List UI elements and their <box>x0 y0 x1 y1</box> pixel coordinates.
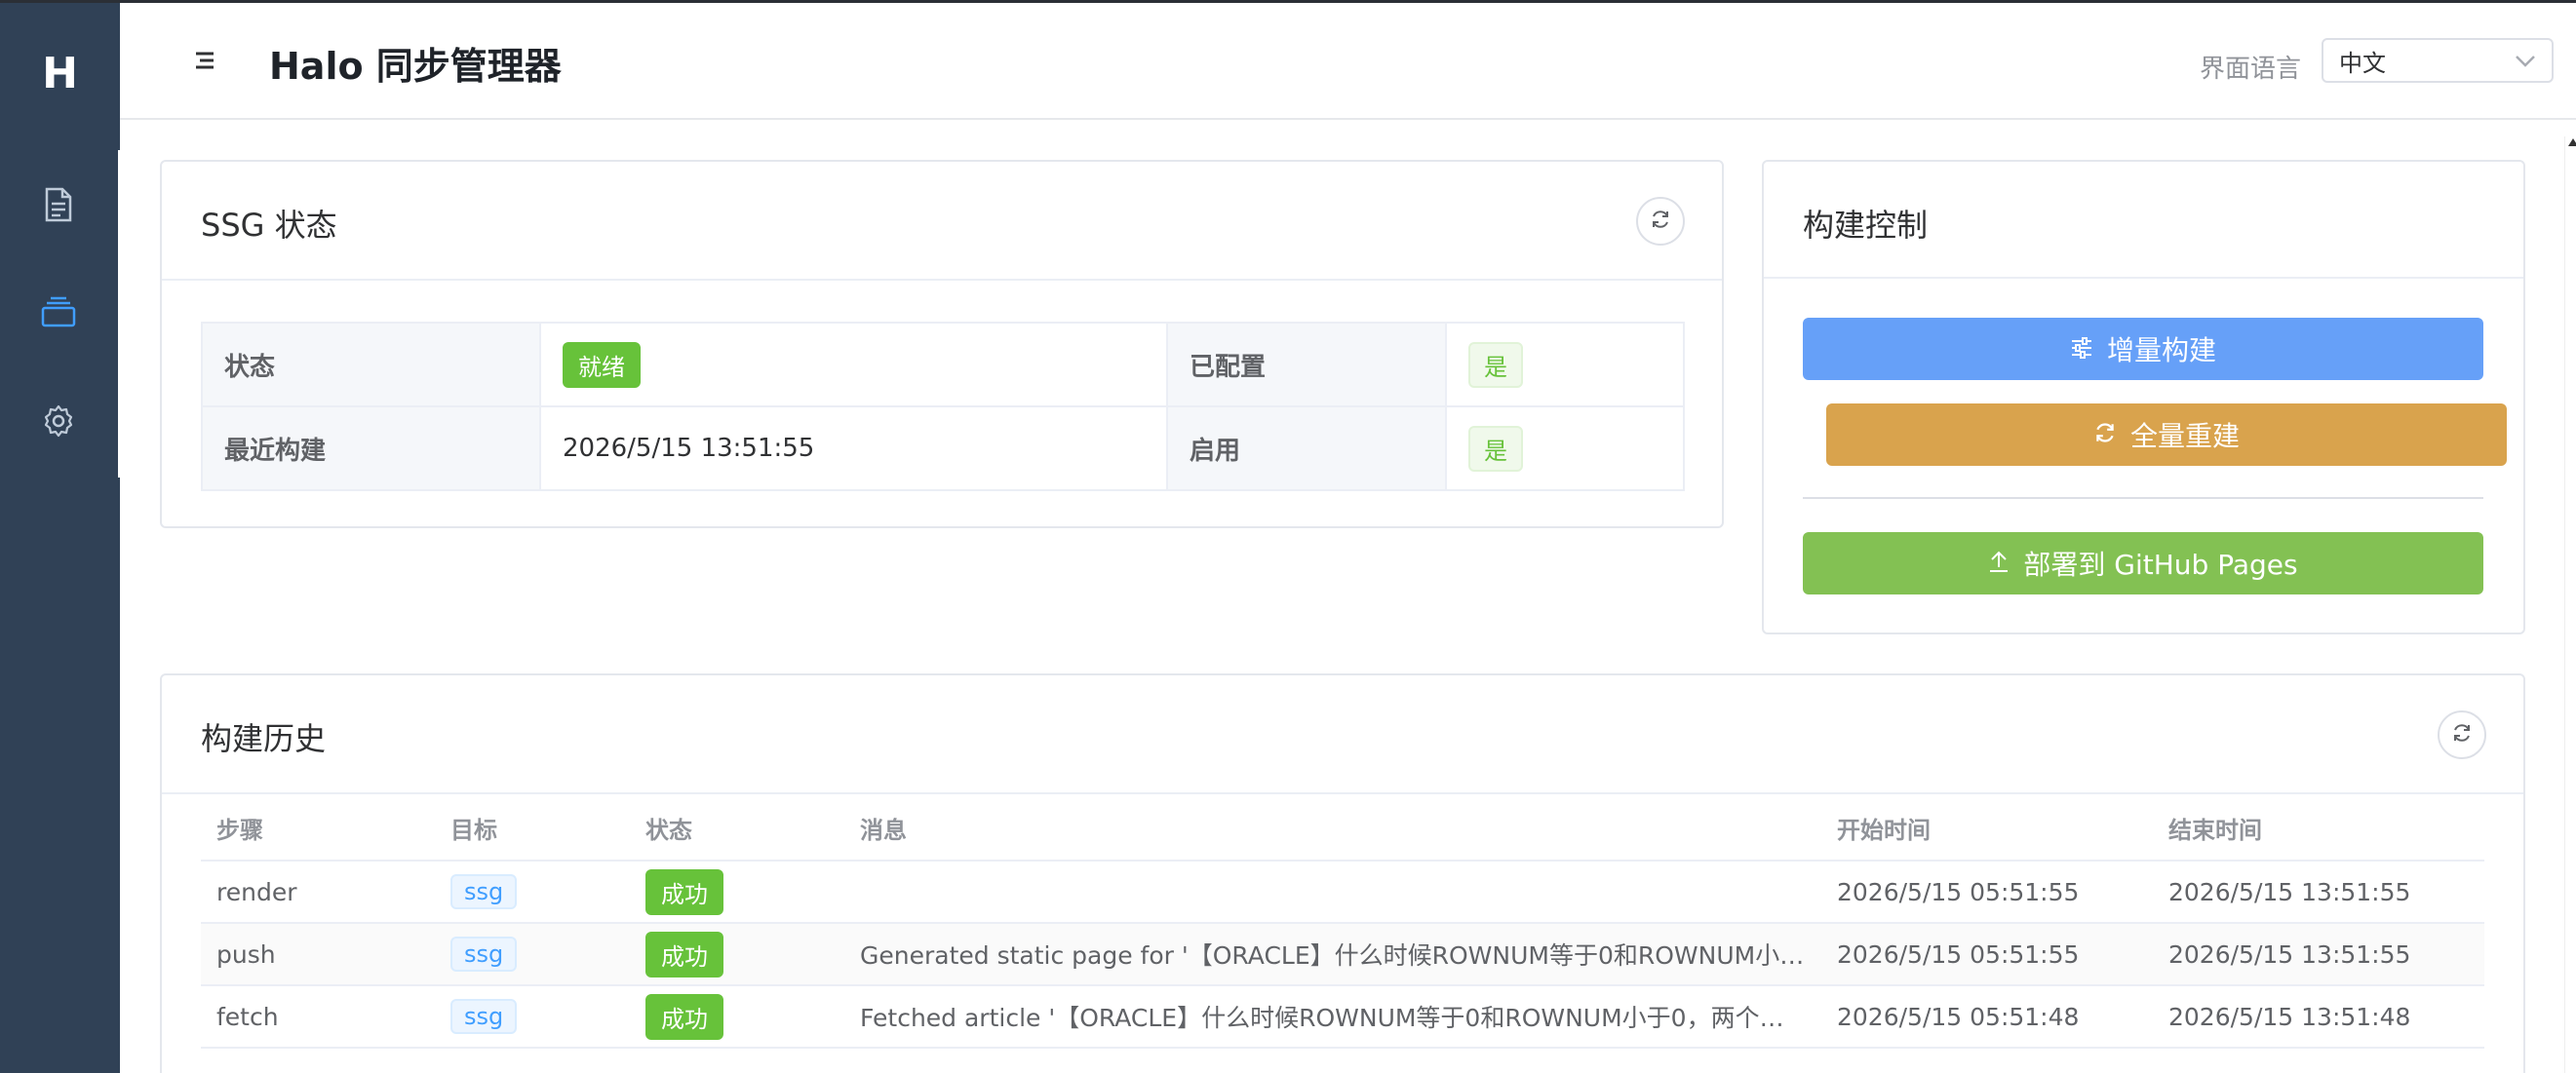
ssg-status-table: 状态 就绪 已配置 是 最近构建 2026/5/15 13:51:55 启用 是 <box>201 322 1685 491</box>
status-badge: 成功 <box>645 993 723 1040</box>
app-logo: H <box>42 49 78 98</box>
document-icon[interactable] <box>39 185 78 224</box>
upload-icon <box>1988 548 2010 580</box>
scroll-up-icon[interactable] <box>2568 138 2576 146</box>
enabled-badge: 是 <box>1468 425 1523 472</box>
message-cell <box>844 861 1821 924</box>
ssg-status-header: SSG 状态 <box>162 162 1722 281</box>
end-time-cell: 2026/5/15 13:51:55 <box>2153 861 2484 924</box>
start-time-cell: 2026/5/15 05:51:55 <box>1821 861 2153 924</box>
header: Halo 同步管理器 界面语言 中文 <box>120 3 2576 120</box>
status-cell: 成功 <box>630 985 844 1049</box>
end-time-cell: 2026/5/15 13:51:55 <box>2153 923 2484 986</box>
refresh-icon <box>2451 722 2473 747</box>
history-refresh-button[interactable] <box>2438 710 2486 759</box>
target-cell: ssg <box>435 923 630 986</box>
target-cell: ssg <box>435 985 630 1049</box>
status-value-cell: 就绪 <box>539 322 1168 407</box>
language-select-value: 中文 <box>2339 49 2386 77</box>
table-row[interactable]: fetch ssg 成功 Fetched article '【ORACLE】什么… <box>201 985 2484 1049</box>
last-build-value: 2026/5/15 13:51:55 <box>539 405 1168 491</box>
divider <box>1803 497 2483 499</box>
configured-badge: 是 <box>1468 341 1523 388</box>
end-time-cell: 2026/5/15 13:51:48 <box>2153 985 2484 1049</box>
configured-label: 已配置 <box>1166 322 1447 407</box>
column-header-status: 状态 <box>630 796 844 862</box>
last-build-label: 最近构建 <box>201 405 541 491</box>
step-cell: render <box>201 861 435 924</box>
enabled-value-cell: 是 <box>1445 405 1685 491</box>
build-history-title: 构建历史 <box>201 720 327 757</box>
build-history-card: 构建历史 步骤 目标 状态 消息 开始时间 结束时间 render ssg 成功 <box>160 673 2525 1073</box>
status-badge: 成功 <box>645 868 723 915</box>
page-title: Halo 同步管理器 <box>269 45 562 88</box>
step-cell: fetch <box>201 985 435 1049</box>
language-select[interactable]: 中文 <box>2322 38 2554 83</box>
table-row[interactable]: push ssg 成功 Generated static page for '【… <box>201 923 2484 986</box>
build-history-table: 步骤 目标 状态 消息 开始时间 结束时间 render ssg 成功 2026… <box>201 796 2484 1049</box>
build-control-title: 构建控制 <box>1803 207 1929 244</box>
deploy-label: 部署到 GitHub Pages <box>2023 549 2298 581</box>
status-cell: 成功 <box>630 923 844 986</box>
column-header-end-time: 结束时间 <box>2153 796 2484 862</box>
start-time-cell: 2026/5/15 05:51:48 <box>1821 985 2153 1049</box>
target-cell: ssg <box>435 861 630 924</box>
sidebar: H <box>0 0 120 1073</box>
target-badge: ssg <box>450 937 518 972</box>
ssg-status-card: SSG 状态 状态 就绪 已配置 是 最近构建 2026/5/15 13:51:… <box>160 160 1724 528</box>
message-cell: Generated static page for '【ORACLE】什么时候R… <box>844 923 1821 986</box>
sidebar-edge <box>118 150 121 478</box>
layers-icon[interactable] <box>39 292 78 331</box>
incremental-build-button[interactable]: 增量构建 <box>1803 318 2483 380</box>
build-control-header: 构建控制 <box>1764 162 2523 279</box>
table-header-row: 步骤 目标 状态 消息 开始时间 结束时间 <box>201 796 2484 862</box>
column-header-message: 消息 <box>844 796 1821 862</box>
build-history-header: 构建历史 <box>162 675 2523 794</box>
status-row: 状态 就绪 已配置 是 <box>201 322 1685 407</box>
last-build-row: 最近构建 2026/5/15 13:51:55 启用 是 <box>201 405 1685 491</box>
build-control-card: 构建控制 增量构建 全量重建 部署到 GitHub Pages <box>1762 160 2525 634</box>
sliders-icon <box>2070 333 2093 365</box>
ssg-refresh-button[interactable] <box>1636 197 1685 246</box>
refresh-icon <box>2093 419 2117 451</box>
status-badge: 成功 <box>645 931 723 977</box>
status-badge: 就绪 <box>563 341 641 388</box>
target-badge: ssg <box>450 874 518 909</box>
status-cell: 成功 <box>630 861 844 924</box>
menu-toggle-icon[interactable] <box>190 46 219 75</box>
full-rebuild-button[interactable]: 全量重建 <box>1826 403 2507 466</box>
target-badge: ssg <box>450 999 518 1034</box>
message-cell: Fetched article '【ORACLE】什么时候ROWNUM等于0和R… <box>844 985 1821 1049</box>
refresh-icon <box>1650 209 1671 234</box>
language-label: 界面语言 <box>2200 55 2302 84</box>
column-header-start-time: 开始时间 <box>1821 796 2153 862</box>
step-cell: push <box>201 923 435 986</box>
table-row[interactable]: render ssg 成功 2026/5/15 05:51:55 2026/5/… <box>201 861 2484 924</box>
status-label: 状态 <box>201 322 541 407</box>
ssg-status-title: SSG 状态 <box>201 207 337 244</box>
scrollbar[interactable] <box>2564 136 2576 1073</box>
gear-icon[interactable] <box>39 402 78 441</box>
column-header-step: 步骤 <box>201 796 435 862</box>
chevron-down-icon <box>2515 47 2536 74</box>
full-rebuild-label: 全量重建 <box>2129 420 2240 452</box>
configured-value-cell: 是 <box>1445 322 1685 407</box>
enabled-label: 启用 <box>1166 405 1447 491</box>
column-header-target: 目标 <box>435 796 630 862</box>
deploy-github-pages-button[interactable]: 部署到 GitHub Pages <box>1803 532 2483 594</box>
incremental-build-label: 增量构建 <box>2106 334 2216 366</box>
start-time-cell: 2026/5/15 05:51:55 <box>1821 923 2153 986</box>
